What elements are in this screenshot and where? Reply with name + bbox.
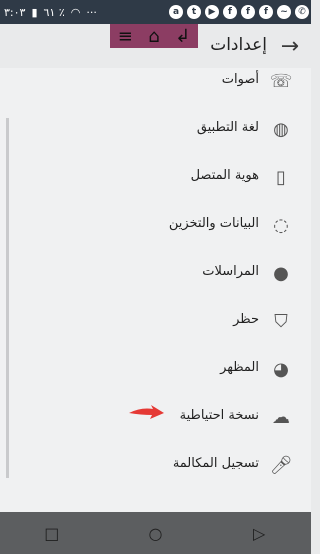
annotation-arrow: [129, 405, 164, 419]
return-icon[interactable]: ↲: [175, 26, 190, 47]
more-icon: ···: [86, 5, 97, 19]
settings-item-label: لغة التطبيق: [196, 120, 259, 135]
settings-item-messages[interactable]: المراسلات ●: [0, 250, 311, 298]
settings-item-appearance[interactable]: المظهر ◕: [0, 346, 311, 394]
globe-icon: ◍: [273, 118, 289, 140]
navigation-bar: □ ○ ▷: [0, 512, 311, 554]
shield-check-icon: ⛉: [274, 310, 288, 332]
messenger-icon: ~: [277, 5, 291, 19]
cloud-check-icon: ☁: [272, 406, 290, 428]
microphone-icon: 🎤︎: [269, 454, 293, 476]
overlay-toolbar: ≡ ⌂ ↲: [110, 24, 198, 48]
twitter-icon: t: [187, 5, 201, 19]
whatsapp-icon: ✆: [295, 5, 309, 19]
battery-icon: ▮: [31, 5, 38, 19]
data-usage-icon: ◌: [273, 214, 289, 236]
settings-item-label: المظهر: [220, 360, 259, 375]
facebook-icon: f: [259, 5, 273, 19]
battery-text: ٦١ ٪: [43, 5, 65, 19]
settings-item-sounds[interactable]: أصوات ☏: [0, 68, 311, 106]
youtube-icon: ▶: [205, 5, 219, 19]
amazon-icon: a: [169, 5, 183, 19]
settings-item-data-storage[interactable]: البيانات والتخزين ◌: [0, 202, 311, 250]
status-left: ٣:٠٣ ▮ ٦١ ٪ ◠ ···: [4, 0, 97, 24]
home-icon[interactable]: ⌂: [148, 26, 159, 47]
settings-item-label: هوية المتصل: [190, 168, 259, 183]
wifi-icon: ◠: [70, 5, 81, 19]
settings-item-call-recording[interactable]: تسجيل المكالمة 🎤︎: [0, 442, 311, 490]
settings-item-label: تسجيل المكالمة: [172, 456, 259, 471]
back-triangle-icon[interactable]: ▷: [229, 524, 289, 543]
settings-item-block[interactable]: حظر ⛉: [0, 298, 311, 346]
settings-item-label: نسخة احتياطية: [179, 408, 259, 423]
settings-item-label: البيانات والتخزين: [168, 216, 259, 231]
status-bar: ٣:٠٣ ▮ ٦١ ٪ ◠ ··· a t ▶ f f f ~ ✆: [0, 0, 311, 24]
status-time: ٣:٠٣: [4, 5, 26, 19]
phone-device-icon: ▯: [276, 166, 286, 188]
settings-item-label: أصوات: [221, 72, 259, 87]
status-right: a t ▶ f f f ~ ✆: [169, 0, 309, 24]
menu-icon[interactable]: ≡: [118, 26, 133, 47]
recent-apps-icon[interactable]: □: [22, 524, 82, 543]
back-arrow-icon[interactable]: →: [281, 34, 299, 59]
facebook-icon: f: [241, 5, 255, 19]
page-title: إعدادات: [210, 35, 267, 55]
facebook-icon: f: [223, 5, 237, 19]
settings-item-caller-id[interactable]: هوية المتصل ▯: [0, 154, 311, 202]
chat-bubble-icon: ●: [273, 262, 289, 284]
phone-volume-icon: ☏: [269, 70, 293, 92]
settings-item-app-language[interactable]: لغة التطبيق ◍: [0, 106, 311, 154]
home-circle-icon[interactable]: ○: [125, 524, 185, 543]
settings-item-label: المراسلات: [202, 264, 259, 279]
palette-icon: ◕: [273, 358, 289, 380]
settings-item-label: حظر: [233, 312, 259, 327]
settings-list: أصوات ☏ لغة التطبيق ◍ هوية المتصل ▯ البي…: [0, 68, 311, 512]
